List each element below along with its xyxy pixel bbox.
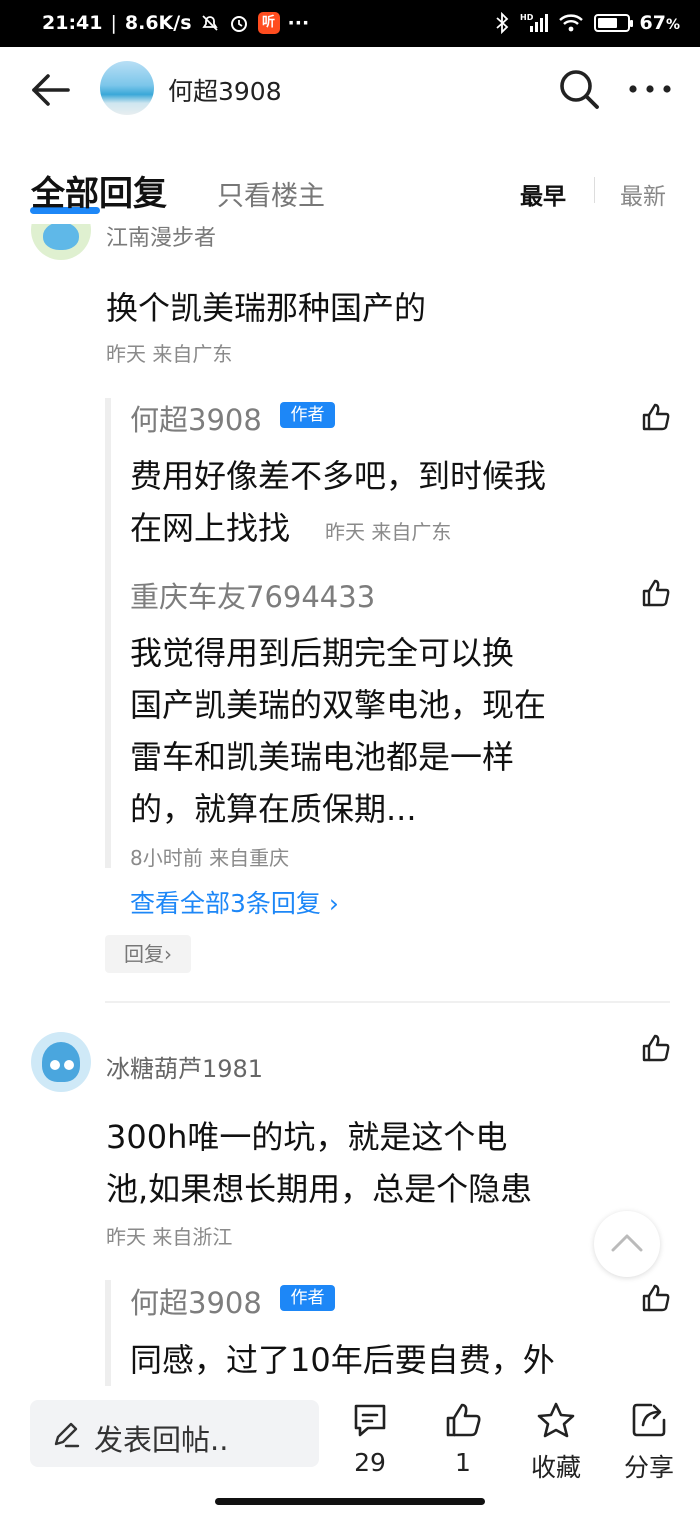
thread-owner-name[interactable]: 何超3908 <box>168 72 282 108</box>
more-options-icon[interactable] <box>626 75 674 103</box>
sort-divider <box>594 177 595 203</box>
svg-text:HD: HD <box>520 13 534 22</box>
post-reply-input[interactable]: 发表回帖.. <box>30 1400 319 1467</box>
star-icon <box>537 1402 575 1438</box>
post-reply-placeholder: 发表回帖.. <box>94 1423 229 1457</box>
top-nav-bar: 何超3908 <box>0 47 700 137</box>
status-more-dots: ··· <box>287 12 310 34</box>
bell-muted-icon <box>201 15 218 31</box>
like-button[interactable]: 1 <box>423 1400 503 1477</box>
reply-thread-bar <box>105 1280 111 1386</box>
reply-filter-tabs: 全部回复 只看楼主 最早 最新 <box>0 160 700 224</box>
share-icon <box>632 1403 666 1437</box>
scroll-to-top-button[interactable] <box>594 1211 660 1277</box>
like-count: 1 <box>455 1448 471 1477</box>
comment-author[interactable]: 冰糖葫芦1981 <box>106 1049 263 1084</box>
reply-text-line: 国产凯美瑞的双擎电池，现在 <box>130 686 547 724</box>
thumb-up-icon <box>446 1403 481 1437</box>
alarm-icon <box>230 16 247 32</box>
sort-earliest[interactable]: 最早 <box>520 177 566 211</box>
reply-thread-bar <box>105 398 111 868</box>
like-icon[interactable] <box>640 1032 672 1064</box>
like-icon[interactable] <box>640 401 672 433</box>
comment-author[interactable]: 江南漫步者 <box>106 224 216 252</box>
avatar[interactable] <box>31 224 91 260</box>
status-bar: 21:41 | 8.6K/s 听 ··· HD 67% <box>0 0 700 47</box>
sort-latest[interactable]: 最新 <box>620 177 666 211</box>
favorite-label: 收藏 <box>530 1453 581 1482</box>
status-time: 21:41 <box>42 12 103 34</box>
comment-text-line: 300h唯一的坑，就是这个电 <box>106 1118 508 1156</box>
reply-text-line: 同感，过了10年后要自费，外 <box>130 1341 555 1379</box>
reply-text-line: 我觉得用到后期完全可以换 <box>130 634 515 672</box>
reply-text-line: 的，就算在质保期... <box>130 790 417 828</box>
comment-meta: 昨天 来自广东 <box>106 342 233 366</box>
reply-text-line: 雷车和凯美瑞电池都是一样 <box>130 738 515 776</box>
reply-list[interactable]: 江南漫步者 换个凯美瑞那种国产的 昨天 来自广东 何超3908 作者 费用好像差… <box>0 224 700 1386</box>
reply-meta: 8小时前 来自重庆 <box>130 846 290 870</box>
search-icon[interactable] <box>557 67 601 111</box>
reply-meta: 昨天 来自广东 <box>325 520 452 544</box>
comment-divider <box>105 1001 670 1003</box>
comments-button[interactable]: 29 <box>330 1400 410 1477</box>
wifi-icon <box>558 14 583 32</box>
comment-count: 29 <box>354 1448 386 1477</box>
comment-icon <box>354 1404 386 1437</box>
reply-author[interactable]: 何超3908 <box>130 397 262 439</box>
tab-op-only[interactable]: 只看楼主 <box>217 174 325 213</box>
author-badge: 作者 <box>280 402 335 428</box>
comment-text-line: 池,如果想长期用，总是个隐患 <box>106 1170 533 1208</box>
chevron-up-icon <box>611 1234 643 1252</box>
thread-owner-avatar[interactable] <box>100 61 154 115</box>
author-badge: 作者 <box>280 1285 335 1311</box>
bluetooth-icon <box>495 12 508 34</box>
share-label: 分享 <box>623 1453 674 1482</box>
home-indicator[interactable] <box>215 1498 485 1505</box>
share-button[interactable]: 分享 <box>609 1400 689 1484</box>
like-icon[interactable] <box>640 577 672 609</box>
like-icon[interactable] <box>640 1282 672 1314</box>
view-all-replies-link[interactable]: 查看全部3条回复 › <box>130 884 339 920</box>
battery-icon <box>593 14 633 32</box>
reply-text-line: 在网上找找 <box>130 509 291 547</box>
favorite-button[interactable]: 收藏 <box>516 1400 596 1484</box>
tab-all-replies[interactable]: 全部回复 <box>31 166 167 215</box>
comment-meta: 昨天 来自浙江 <box>106 1225 233 1249</box>
app-notification-icon: 听 <box>257 12 280 34</box>
battery-percent: 67% <box>639 12 680 34</box>
reply-text-line: 费用好像差不多吧，到时候我 <box>130 457 547 495</box>
status-net-speed: 8.6K/s <box>124 12 192 34</box>
comment-text: 换个凯美瑞那种国产的 <box>106 289 427 327</box>
pen-icon <box>54 1422 80 1448</box>
signal-icon: HD <box>520 13 548 32</box>
reply-button[interactable]: 回复› <box>105 935 191 973</box>
reply-author[interactable]: 何超3908 <box>130 1280 262 1322</box>
back-arrow-icon[interactable] <box>28 67 74 113</box>
bottom-action-bar: 发表回帖.. 29 1 收藏 分享 <box>0 1386 700 1516</box>
avatar[interactable] <box>31 1032 91 1092</box>
reply-author[interactable]: 重庆车友7694433 <box>130 574 375 616</box>
